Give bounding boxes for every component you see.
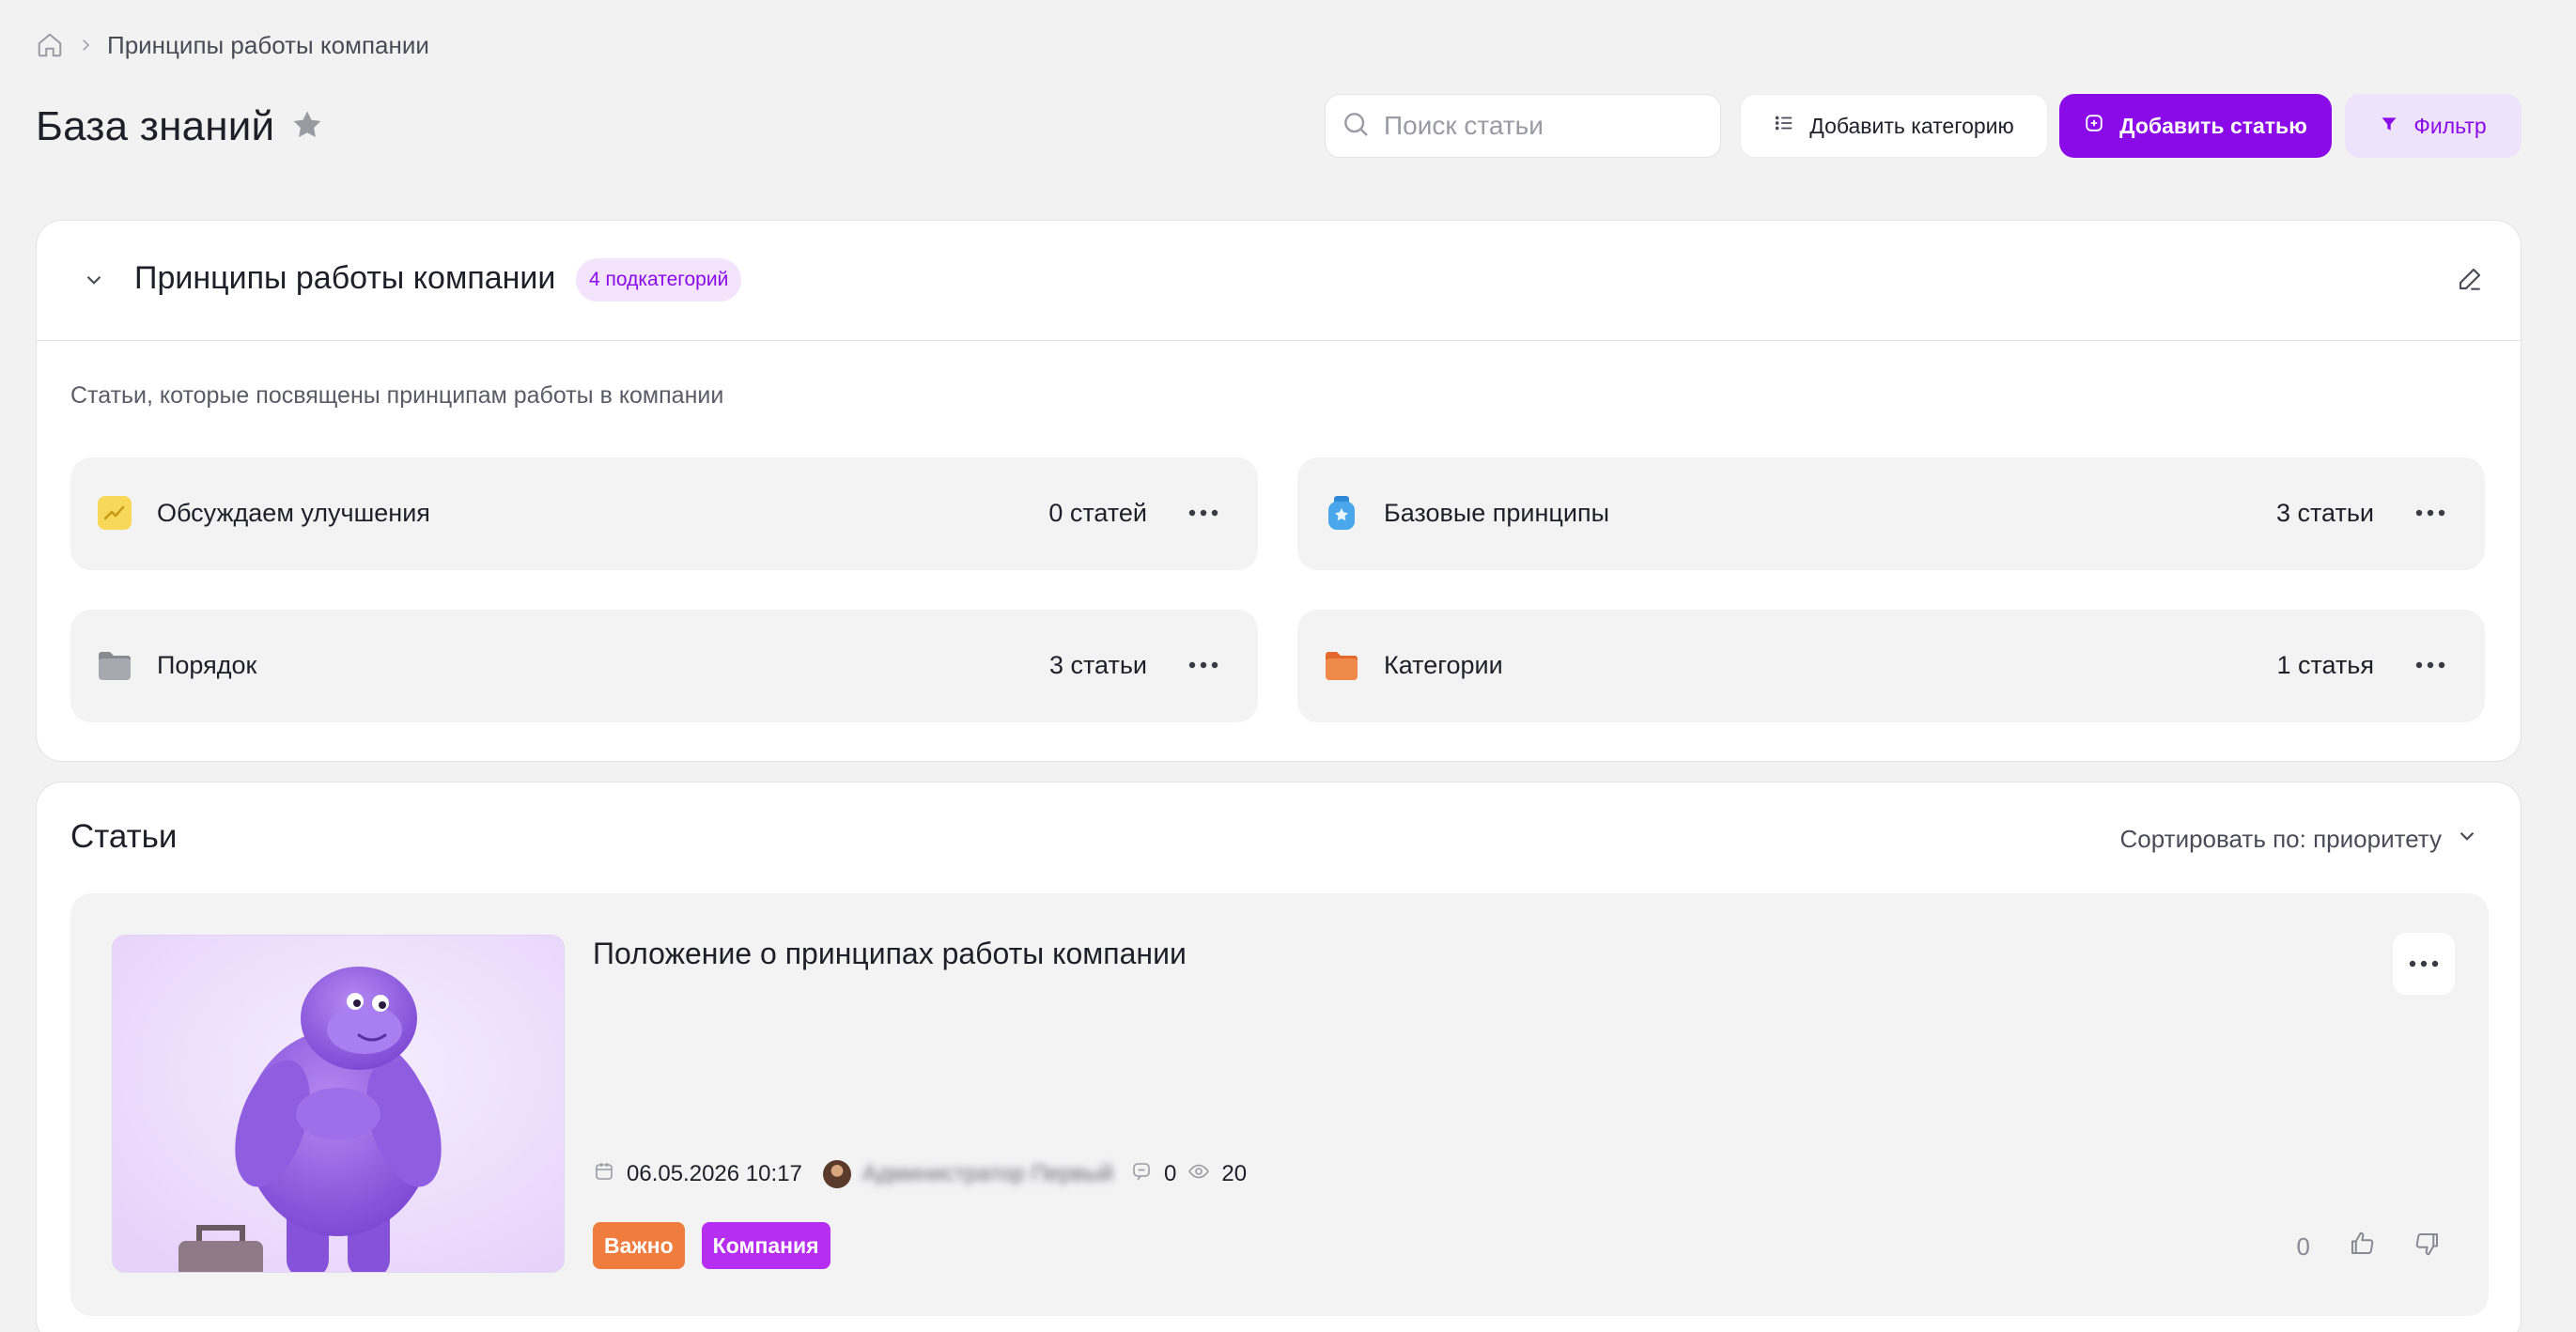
purple-monster-illustration bbox=[113, 936, 564, 1272]
more-icon bbox=[2409, 955, 2439, 972]
article-date: 06.05.2026 10:17 bbox=[627, 1161, 802, 1186]
search-icon bbox=[1341, 109, 1371, 144]
add-article-button[interactable]: Добавить статью bbox=[2059, 94, 2332, 158]
article-title[interactable]: Положение о принципах работы компании bbox=[593, 937, 1187, 971]
category-title: Принципы работы компании bbox=[134, 260, 556, 296]
chevron-right-icon bbox=[77, 37, 94, 54]
breadcrumb-current[interactable]: Принципы работы компании bbox=[107, 31, 429, 60]
subcategory-name: Категории bbox=[1384, 651, 1503, 679]
eye-icon bbox=[1187, 1160, 1210, 1189]
page-title-group: База знаний bbox=[36, 98, 325, 156]
star-icon[interactable] bbox=[289, 107, 325, 147]
subcategory-item[interactable]: Базовые принципы 3 статьи bbox=[1297, 457, 2485, 570]
more-icon[interactable] bbox=[1187, 651, 1220, 679]
comment-count: 0 bbox=[1164, 1161, 1177, 1186]
calendar-icon bbox=[593, 1160, 615, 1189]
article-item[interactable]: Положение о принципах работы компании 06… bbox=[70, 893, 2489, 1316]
avatar bbox=[822, 1160, 851, 1188]
articles-title: Статьи bbox=[70, 818, 178, 855]
chevron-down-icon[interactable] bbox=[82, 268, 106, 297]
subcategory-name: Обсуждаем улучшения bbox=[157, 499, 430, 527]
view-count: 20 bbox=[1221, 1161, 1248, 1186]
subcategory-item[interactable]: Обсуждаем улучшения 0 статей bbox=[70, 457, 1258, 570]
home-icon[interactable] bbox=[36, 31, 64, 59]
subcategory-count: 1 статья bbox=[2276, 651, 2374, 679]
chevron-down-icon bbox=[2455, 824, 2479, 855]
subcategory-count: 3 статьи bbox=[2275, 499, 2374, 527]
category-description: Статьи, которые посвящены принципам рабо… bbox=[70, 382, 724, 409]
subcategory-count: 3 статьи bbox=[1048, 651, 1147, 679]
sort-dropdown[interactable]: Сортировать по: приоритету bbox=[2120, 824, 2479, 855]
rating-value: 0 bbox=[2296, 1232, 2310, 1261]
search-input[interactable] bbox=[1384, 111, 1703, 141]
filter-button[interactable]: Фильтр bbox=[2345, 94, 2522, 158]
more-icon[interactable] bbox=[2413, 499, 2447, 527]
filter-label: Фильтр bbox=[2413, 113, 2487, 138]
subcategory-item[interactable]: Порядок 3 статьи bbox=[70, 610, 1258, 722]
add-article-label: Добавить статью bbox=[2119, 113, 2307, 138]
subcategory-item[interactable]: Категории 1 статья bbox=[1297, 610, 2485, 722]
more-icon[interactable] bbox=[1187, 499, 1220, 527]
add-category-label: Добавить категорию bbox=[1809, 113, 2014, 138]
tag-company[interactable]: Компания bbox=[701, 1222, 830, 1269]
breadcrumb: Принципы работы компании bbox=[36, 26, 429, 64]
subcategory-count-badge: 4 подкатегорий bbox=[576, 258, 742, 302]
sort-label: Сортировать по: приоритету bbox=[2119, 825, 2442, 853]
subcategory-count: 0 статей bbox=[1048, 499, 1147, 527]
filter-icon bbox=[2380, 114, 2398, 139]
list-icon bbox=[1774, 113, 1794, 139]
plus-square-icon bbox=[2084, 113, 2104, 139]
trend-chart-icon bbox=[97, 495, 132, 531]
article-votes: 0 bbox=[2297, 1230, 2442, 1264]
comment-icon bbox=[1130, 1160, 1153, 1189]
subcategory-name: Базовые принципы bbox=[1384, 499, 1609, 527]
badge-icon bbox=[1324, 495, 1359, 531]
folder-icon bbox=[1324, 647, 1359, 683]
subcategory-name: Порядок bbox=[157, 651, 257, 679]
edit-icon[interactable] bbox=[2455, 264, 2485, 299]
more-icon[interactable] bbox=[2413, 651, 2447, 679]
add-category-button[interactable]: Добавить категорию bbox=[1740, 94, 2048, 158]
search-box[interactable] bbox=[1325, 94, 1721, 158]
page-title: База знаний bbox=[36, 103, 275, 149]
article-more-button[interactable] bbox=[2393, 933, 2455, 995]
thumbs-down-icon[interactable] bbox=[2413, 1230, 2442, 1264]
tag-important[interactable]: Важно bbox=[593, 1222, 685, 1269]
article-thumbnail[interactable] bbox=[112, 935, 565, 1273]
article-author[interactable]: Администратор Первый bbox=[862, 1161, 1113, 1187]
article-meta: 06.05.2026 10:17 Администратор Первый 0 … bbox=[593, 1158, 1247, 1190]
thumbs-up-icon[interactable] bbox=[2348, 1230, 2376, 1264]
article-tags: Важно Компания bbox=[593, 1222, 830, 1269]
articles-card: Статьи Сортировать по: приоритету Положе… bbox=[36, 782, 2522, 1332]
category-header: Принципы работы компании 4 подкатегорий bbox=[37, 221, 2521, 341]
category-card: Принципы работы компании 4 подкатегорий … bbox=[36, 220, 2522, 762]
folder-icon bbox=[97, 647, 132, 683]
